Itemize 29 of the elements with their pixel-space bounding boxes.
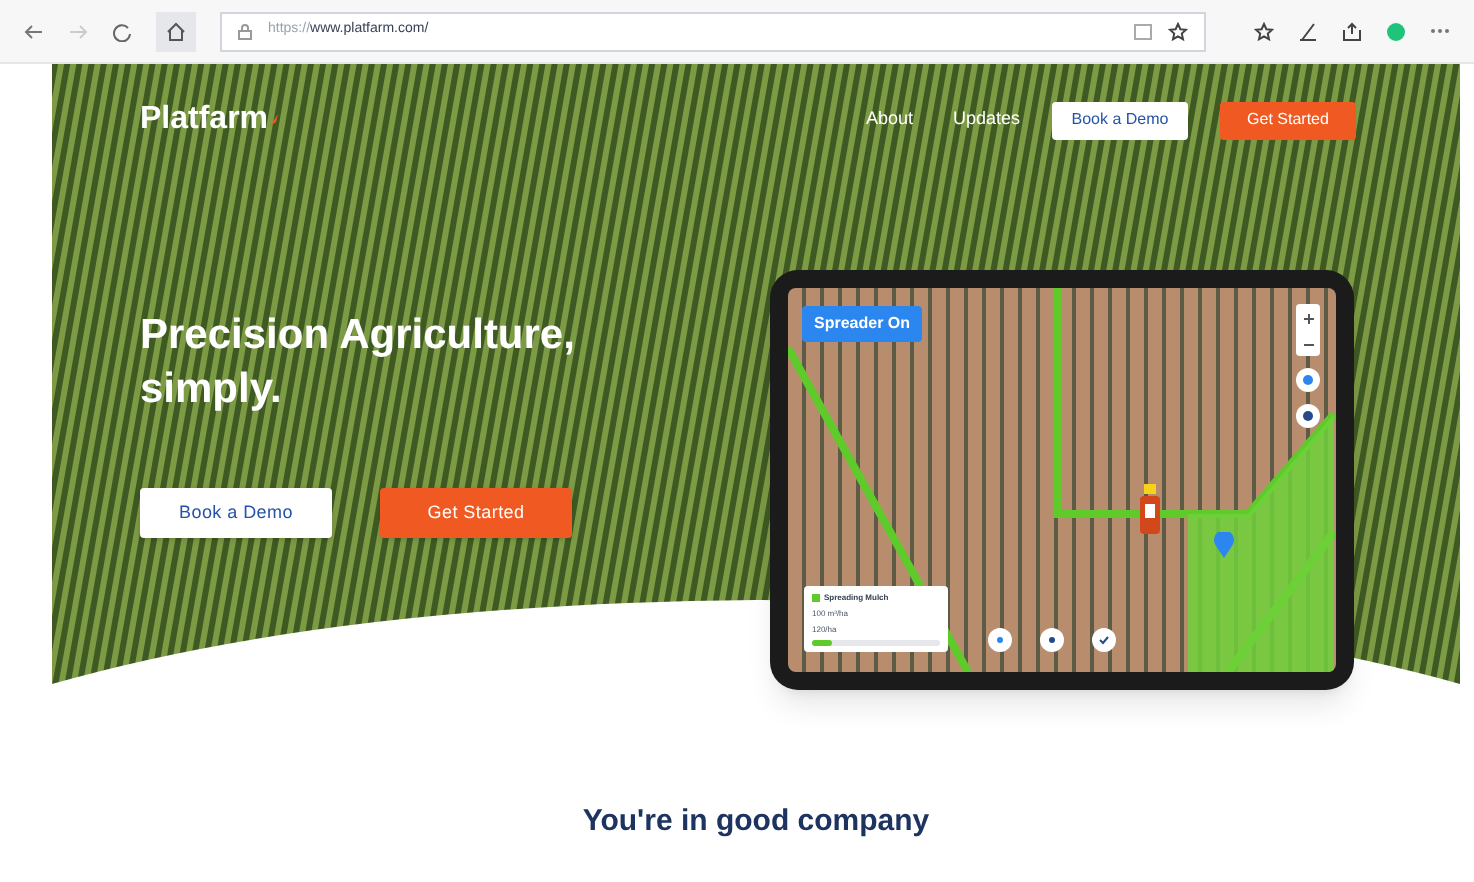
more-icon[interactable] [1430,28,1450,34]
nav-link[interactable]: Updates [952,106,1020,134]
star-icon[interactable] [1168,21,1188,41]
map-pin-icon [1214,532,1234,558]
pen-icon[interactable] [1298,21,1318,41]
layers-icon[interactable] [1296,404,1320,428]
map-action-icon[interactable] [1040,628,1064,652]
status-badge: Spreader On [802,306,923,342]
locate-icon[interactable] [1296,368,1320,392]
refresh-icon[interactable] [112,21,132,41]
zoom-control[interactable] [1296,304,1320,356]
back-icon[interactable] [24,21,44,41]
home-icon [166,21,186,41]
map-action-icon[interactable] [1092,628,1116,652]
zoom-in-icon[interactable] [1303,314,1313,324]
section-heading: You're in good company [580,802,932,842]
map-action-icon[interactable] [988,628,1012,652]
lock-icon [238,23,252,39]
share-icon[interactable] [1342,21,1362,41]
leaf-logo-icon [268,112,281,128]
home-button[interactable] [156,11,196,51]
tractor-icon [1140,484,1160,536]
checkbox-icon [812,594,820,602]
platfarm-logo[interactable]: Platfarm [140,96,269,144]
favorites-icon[interactable] [1254,21,1274,41]
book-demo-button[interactable]: Book a Demo [140,488,332,538]
hero-headline: Precision Agriculture, simply. [140,310,577,416]
nav-link[interactable]: About [865,106,913,134]
book-demo-button[interactable]: Book a Demo [1052,101,1188,139]
